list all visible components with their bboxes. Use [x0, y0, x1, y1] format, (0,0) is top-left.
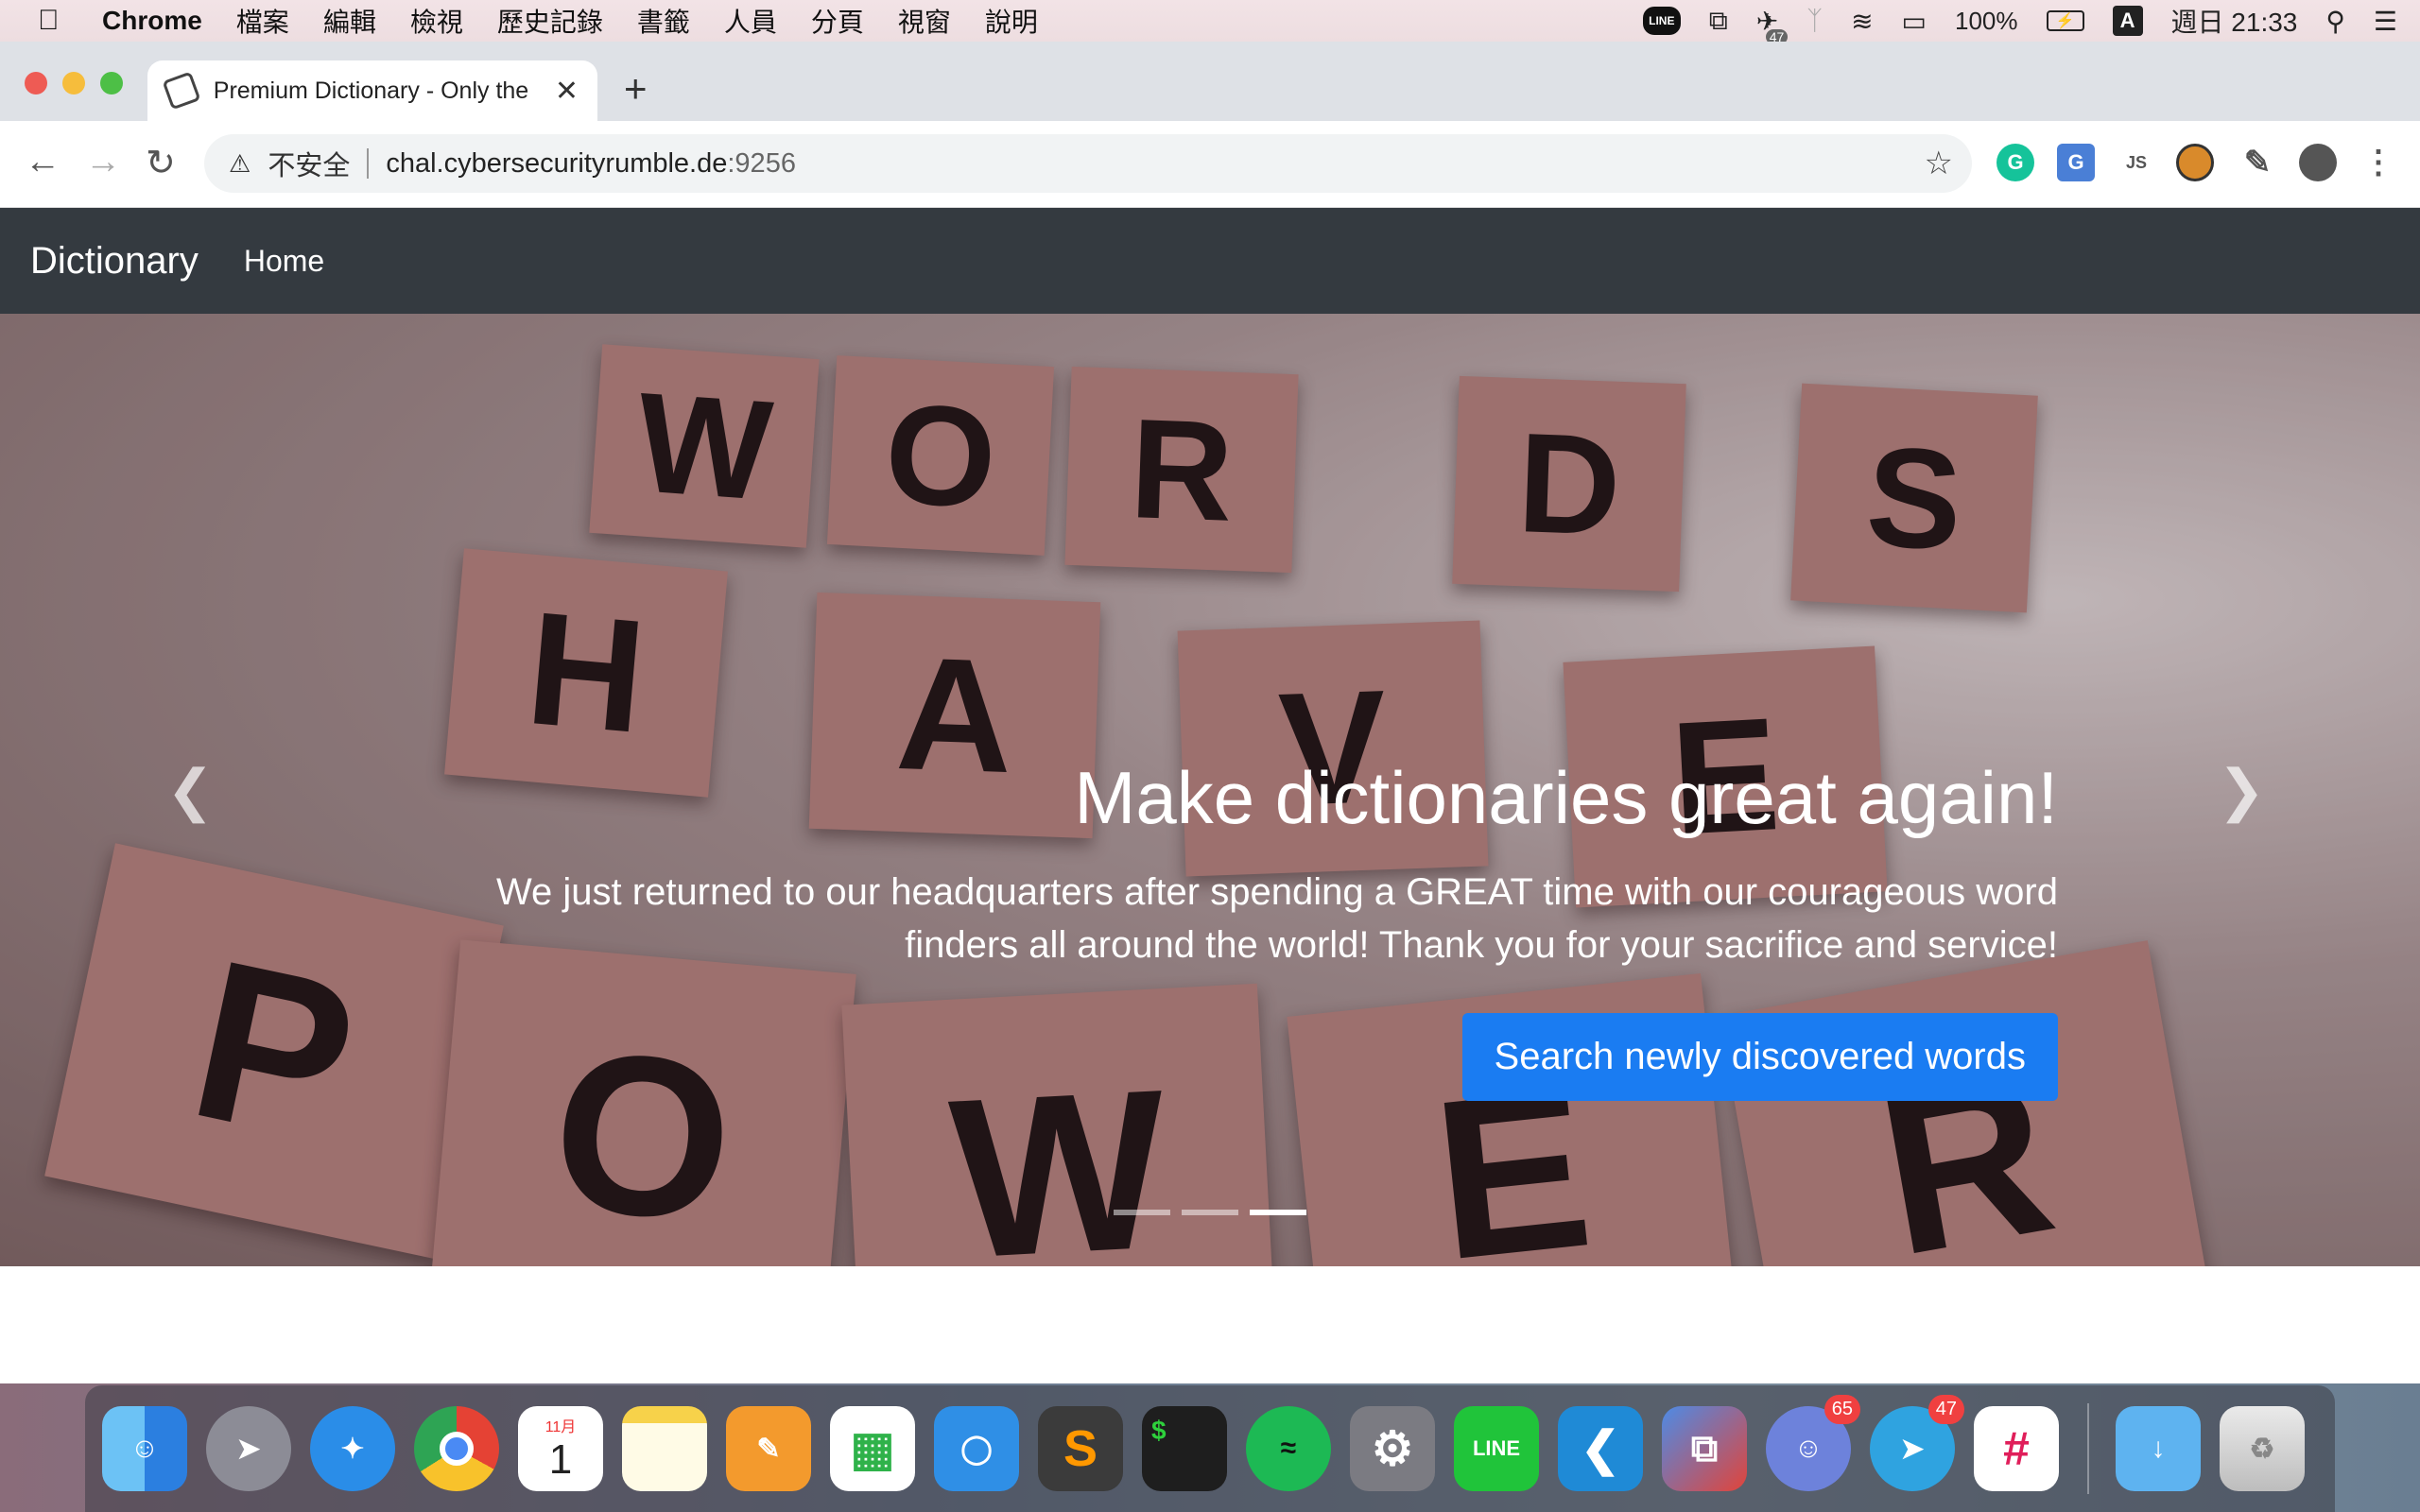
menu-people[interactable]: 人員 — [724, 2, 777, 40]
calendar-day: 1 — [548, 1436, 573, 1483]
carousel-caption: Make dictionaries great again! We just r… — [451, 756, 2058, 1101]
discord-icon[interactable]: ☺ 65 — [1766, 1395, 1860, 1491]
carousel-prev-icon[interactable]: ❮ — [166, 758, 214, 824]
airplay-icon[interactable]: ▭ — [1902, 6, 1927, 37]
downloads-folder-icon[interactable]: ↓ — [2116, 1406, 2201, 1491]
menu-edit[interactable]: 編輯 — [323, 2, 376, 40]
chrome-icon[interactable] — [414, 1406, 499, 1491]
menubar-clock[interactable]: 週日 21:33 — [2171, 2, 2298, 40]
safari-icon[interactable]: ✦ — [310, 1406, 395, 1491]
sublime-text-icon[interactable]: S — [1038, 1406, 1123, 1491]
hero-text: We just returned to our headquarters aft… — [496, 870, 2058, 966]
close-window-button[interactable] — [25, 72, 47, 94]
notes-icon[interactable] — [622, 1406, 707, 1491]
bookmark-star-icon[interactable]: ☆ — [1925, 145, 1953, 182]
numbers-icon[interactable]: ▦ — [830, 1406, 915, 1491]
site-navbar: Dictionary Home — [0, 208, 2420, 314]
chrome-menu-icon[interactable]: ⋮ — [2360, 144, 2397, 181]
new-tab-icon[interactable]: + — [624, 66, 648, 112]
reload-icon[interactable]: ↻ — [146, 142, 176, 184]
menu-tab[interactable]: 分頁 — [811, 2, 864, 40]
menu-app-chrome[interactable]: Chrome — [102, 6, 202, 36]
battery-icon[interactable]: ⚡ — [2046, 10, 2084, 31]
blocker-extension-icon[interactable] — [2176, 144, 2214, 181]
calendar-icon[interactable]: 11月 1 — [518, 1406, 603, 1491]
spotify-icon[interactable]: ≈ — [1246, 1406, 1331, 1491]
address-bar[interactable]: ⚠ 不安全 chal.cybersecurityrumble.de :9256 … — [204, 134, 1972, 193]
extensions-puzzle-icon[interactable]: ✎ — [2238, 144, 2276, 181]
tab-close-icon[interactable]: ✕ — [555, 75, 579, 108]
carousel-indicator-2[interactable] — [1182, 1210, 1238, 1215]
terminal-icon[interactable]: $ — [1142, 1406, 1227, 1491]
keynote-icon[interactable]: ◯ — [934, 1406, 1019, 1491]
menu-file[interactable]: 檔案 — [236, 2, 289, 40]
web-page: Dictionary Home W O R D S H A V E P O W … — [0, 208, 2420, 1383]
bluetooth-icon[interactable]: ᛉ — [1806, 6, 1823, 36]
screen-share-icon[interactable]: ⧉ — [1709, 6, 1728, 37]
status-area: LINE ⧉ ✈ 47 ᛉ ≋ ▭ 100% ⚡ A 週日 21:33 ⚲ ☰ — [1642, 0, 2397, 44]
discord-badge: 65 — [1824, 1395, 1860, 1424]
dock-divider — [2087, 1403, 2089, 1494]
browser-toolbar: ← → ↻ ⚠ 不安全 chal.cybersecurityrumble.de … — [0, 121, 2420, 208]
zoom-window-button[interactable] — [100, 72, 123, 94]
spotlight-search-icon[interactable]: ⚲ — [2325, 6, 2345, 37]
menu-bookmarks[interactable]: 書籤 — [637, 2, 690, 40]
calendar-month: 11月 — [544, 1419, 577, 1435]
url-host: chal.cybersecurityrumble.de — [386, 147, 728, 179]
carousel-next-icon[interactable]: ❯ — [2218, 758, 2265, 824]
line-app-icon[interactable]: LINE — [1454, 1406, 1539, 1491]
favicon-icon — [162, 71, 201, 111]
profile-avatar-icon[interactable] — [2299, 144, 2337, 181]
carousel-indicators — [1114, 1210, 1306, 1215]
active-tab[interactable]: Premium Dictionary - Only the ✕ — [147, 60, 597, 121]
search-words-button[interactable]: Search newly discovered words — [1461, 1012, 2058, 1101]
wifi-icon[interactable]: ≋ — [1851, 6, 1873, 37]
line-status-icon[interactable]: LINE — [1642, 7, 1681, 35]
telegram-icon[interactable]: ➤ 47 — [1870, 1395, 1964, 1491]
tab-strip: Premium Dictionary - Only the ✕ + — [0, 42, 2420, 121]
menu-history[interactable]: 歷史記錄 — [497, 2, 603, 40]
nav-home-link[interactable]: Home — [244, 244, 324, 279]
system-preferences-icon[interactable]: ⚙ — [1350, 1406, 1435, 1491]
vmware-icon[interactable]: ⧉ — [1662, 1406, 1747, 1491]
macos-menubar:  Chrome 檔案 編輯 檢視 歷史記錄 書籤 人員 分頁 視窗 說明 LI… — [0, 0, 2420, 44]
warning-icon[interactable]: ⚠ — [229, 149, 251, 179]
carousel-indicator-1[interactable] — [1114, 1210, 1170, 1215]
tab-title: Premium Dictionary - Only the — [213, 77, 529, 104]
menu-help[interactable]: 說明 — [985, 2, 1038, 40]
launchpad-icon[interactable]: ➤ — [206, 1406, 291, 1491]
hero-title: Make dictionaries great again! — [1074, 756, 2058, 839]
vscode-icon[interactable]: ❮ — [1558, 1406, 1643, 1491]
url-port: :9256 — [727, 147, 796, 179]
telegram-badge: 47 — [1927, 1395, 1964, 1424]
finder-icon[interactable]: ☺ — [102, 1406, 187, 1491]
menu-view[interactable]: 檢視 — [410, 2, 463, 40]
back-icon[interactable]: ← — [25, 142, 60, 182]
js-extension-icon[interactable]: JS — [2118, 144, 2155, 181]
minimize-window-button[interactable] — [62, 72, 85, 94]
input-source-icon[interactable]: A — [2112, 6, 2143, 36]
apple-menu-icon[interactable]:  — [38, 5, 76, 37]
omnibox-divider — [367, 148, 370, 179]
forward-icon[interactable]: → — [85, 142, 121, 182]
carousel-indicator-3[interactable] — [1250, 1210, 1306, 1215]
chrome-center-icon — [440, 1432, 474, 1466]
line-app-label: LINE — [1472, 1436, 1521, 1460]
grammarly-extension-icon[interactable]: G — [1996, 144, 2034, 181]
battery-percent: 100% — [1955, 6, 2018, 35]
trash-icon[interactable]: ♻ — [2220, 1406, 2305, 1491]
macos-dock: ☺ ➤ ✦ 11月 1 ✎ ▦ ◯ S $ ≈ ⚙ LINE ❮ ⧉ ☺ 65 … — [85, 1385, 2335, 1512]
menu-window[interactable]: 視窗 — [898, 2, 951, 40]
slack-icon[interactable]: # — [1974, 1406, 2059, 1491]
security-label[interactable]: 不安全 — [268, 144, 350, 183]
translate-extension-icon[interactable]: G — [2057, 144, 2095, 181]
site-brand[interactable]: Dictionary — [30, 240, 199, 283]
notification-center-icon[interactable]: ☰ — [2374, 6, 2397, 37]
hero-carousel: W O R D S H A V E P O W E R ❮ ❯ Make dic… — [0, 314, 2420, 1266]
pages-icon[interactable]: ✎ — [726, 1406, 811, 1491]
notification-icon[interactable]: ✈ 47 — [1756, 6, 1789, 44]
chrome-window: Premium Dictionary - Only the ✕ + ← → ↻ … — [0, 42, 2420, 1383]
